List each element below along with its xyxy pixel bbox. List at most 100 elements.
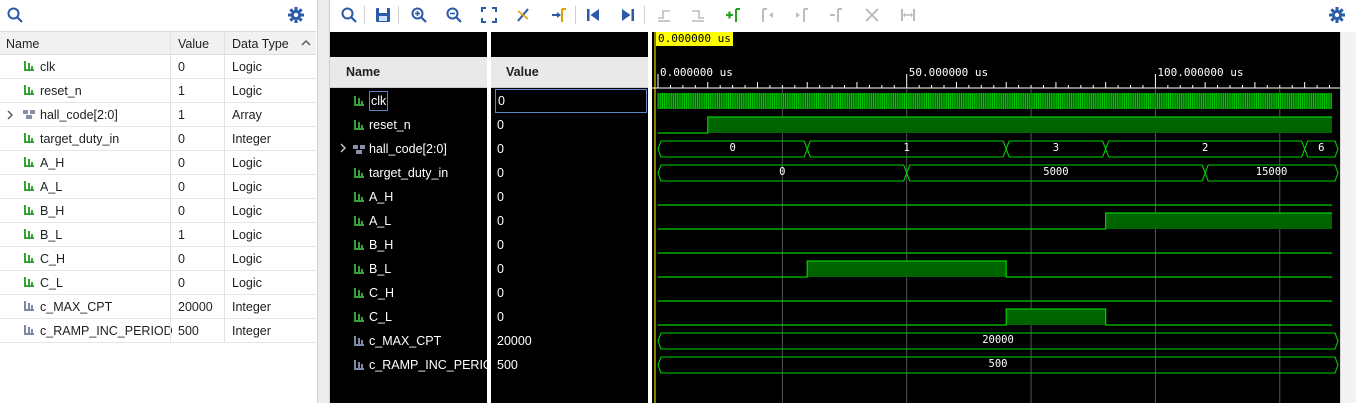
object-row[interactable]: c_RAMP_INC_PERIOD 500 Integer: [0, 319, 316, 343]
swap-cursors-icon[interactable]: [899, 6, 917, 24]
signal-row-target-duty-in[interactable]: target_duty_in: [330, 161, 487, 185]
logic-high-fill: [1105, 213, 1332, 229]
zoom-in-icon[interactable]: [410, 6, 428, 24]
previous-transition-icon[interactable]: [655, 6, 673, 24]
signal-row-c-h[interactable]: C_H: [330, 281, 487, 305]
object-row[interactable]: B_H 0 Logic: [0, 199, 316, 223]
signal-value[interactable]: 20000: [491, 329, 648, 353]
signal-name: A_L: [369, 214, 392, 228]
value-column-header[interactable]: Value: [491, 57, 648, 88]
expand-chevron-icon[interactable]: [339, 142, 347, 154]
column-header-value[interactable]: Value: [178, 37, 209, 51]
column-header-data-type[interactable]: Data Type: [232, 37, 289, 51]
value-header-label: Value: [506, 65, 539, 79]
signal-value[interactable]: 500: [491, 353, 648, 377]
signal-value[interactable]: 0: [491, 281, 648, 305]
column-divider: [224, 271, 225, 294]
search-icon[interactable]: [6, 6, 24, 24]
delete-marker-icon[interactable]: [827, 6, 845, 24]
signal-row-hall-code-2-0-[interactable]: hall_code[2:0]: [330, 137, 487, 161]
vertical-scrollbar[interactable]: [1340, 32, 1356, 403]
column-header-name[interactable]: Name: [6, 37, 39, 51]
next-marker-icon[interactable]: [793, 6, 811, 24]
column-divider: [224, 55, 225, 78]
signal-row-c-l[interactable]: C_L: [330, 305, 487, 329]
logic-signal-icon: [22, 155, 36, 172]
go-to-cursor-icon[interactable]: [514, 6, 532, 24]
signal-row-c-ramp-inc-period[interactable]: c_RAMP_INC_PERIOD: [330, 353, 502, 377]
column-divider[interactable]: [224, 32, 225, 54]
object-name: clk: [40, 60, 56, 74]
zoom-out-icon[interactable]: [445, 6, 463, 24]
objects-table-header: Name Value Data Type: [0, 31, 316, 55]
next-transition-icon[interactable]: [689, 6, 707, 24]
zoom-fit-icon[interactable]: [480, 6, 498, 24]
signal-value[interactable]: 0: [491, 185, 648, 209]
constant-signal-icon: [22, 323, 36, 340]
expand-chevron-icon[interactable]: [6, 109, 14, 124]
objects-list: clk 0 Logic reset_n 1 Logic hall_code[2:0] 1 Arr…: [0, 55, 316, 343]
signal-value-text: 0: [497, 238, 504, 252]
signal-row-b-h[interactable]: B_H: [330, 233, 487, 257]
column-divider[interactable]: [170, 32, 171, 54]
logic-signal-icon: [22, 131, 36, 148]
signal-row-b-l[interactable]: B_L: [330, 257, 487, 281]
bus-value-label: 2: [1201, 142, 1209, 154]
object-row[interactable]: A_L 0 Logic: [0, 175, 316, 199]
object-data-type: Logic: [232, 204, 262, 218]
object-row[interactable]: target_duty_in 0 Integer: [0, 127, 316, 151]
object-data-type: Logic: [232, 60, 262, 74]
object-row[interactable]: clk 0 Logic: [0, 55, 316, 79]
object-row[interactable]: A_H 0 Logic: [0, 151, 316, 175]
object-name: A_L: [40, 180, 63, 194]
logic-high-fill: [707, 117, 1332, 133]
signal-value[interactable]: 0: [495, 89, 647, 113]
signal-row-a-l[interactable]: A_L: [330, 209, 487, 233]
signal-value[interactable]: 0: [491, 305, 648, 329]
goto-marker-icon[interactable]: [550, 6, 568, 24]
bus-value-label: 6: [1318, 142, 1325, 154]
signal-row-reset-n[interactable]: reset_n: [330, 113, 487, 137]
object-row[interactable]: C_H 0 Logic: [0, 247, 316, 271]
signal-value-text: 0: [497, 286, 504, 300]
signal-value[interactable]: 0: [491, 113, 648, 137]
save-icon[interactable]: [374, 6, 392, 24]
close-icon[interactable]: [863, 6, 881, 24]
waveform-pane[interactable]: 0.000000 us 0.000000 us 50.000000 us 100.0…: [652, 32, 1340, 403]
logic-signal-icon: [22, 83, 36, 100]
signal-row-c-max-cpt[interactable]: c_MAX_CPT: [330, 329, 487, 353]
signal-value[interactable]: 0: [491, 233, 648, 257]
object-row[interactable]: B_L 1 Logic: [0, 223, 316, 247]
cursor-time-label[interactable]: 0.000000 us: [656, 32, 733, 46]
object-row[interactable]: reset_n 1 Logic: [0, 79, 316, 103]
object-name: C_L: [40, 276, 63, 290]
signal-value[interactable]: 0: [491, 209, 648, 233]
object-name: C_H: [40, 252, 66, 266]
object-row[interactable]: hall_code[2:0] 1 Array: [0, 103, 316, 127]
signal-row-a-h[interactable]: A_H: [330, 185, 487, 209]
gear-icon[interactable]: [1328, 6, 1346, 24]
signal-row-clk[interactable]: clk: [330, 89, 487, 113]
previous-marker-icon[interactable]: [759, 6, 777, 24]
name-column-header[interactable]: Name: [330, 57, 487, 88]
signal-value[interactable]: 0: [491, 257, 648, 281]
waveform-canvas[interactable]: [652, 32, 1340, 403]
panel-splitter[interactable]: [318, 0, 330, 403]
object-row[interactable]: C_L 0 Logic: [0, 271, 316, 295]
signal-value[interactable]: 0: [491, 161, 648, 185]
signal-name: B_H: [369, 238, 394, 252]
go-to-last-time-icon[interactable]: [619, 6, 637, 24]
search-icon[interactable]: [340, 6, 358, 24]
logic-high-fill: [1006, 309, 1106, 325]
column-divider: [170, 151, 171, 174]
add-marker-icon[interactable]: [724, 6, 742, 24]
object-row[interactable]: c_MAX_CPT 20000 Integer: [0, 295, 316, 319]
logic-signal-icon: [352, 118, 366, 132]
bus-value-label: 20000: [982, 334, 1014, 346]
go-to-time-zero-icon[interactable]: [584, 6, 602, 24]
column-divider: [170, 319, 171, 342]
signal-value[interactable]: 0: [491, 137, 648, 161]
object-value: 500: [178, 324, 199, 338]
gear-icon[interactable]: [287, 6, 305, 24]
scroll-up-icon[interactable]: [300, 37, 312, 49]
